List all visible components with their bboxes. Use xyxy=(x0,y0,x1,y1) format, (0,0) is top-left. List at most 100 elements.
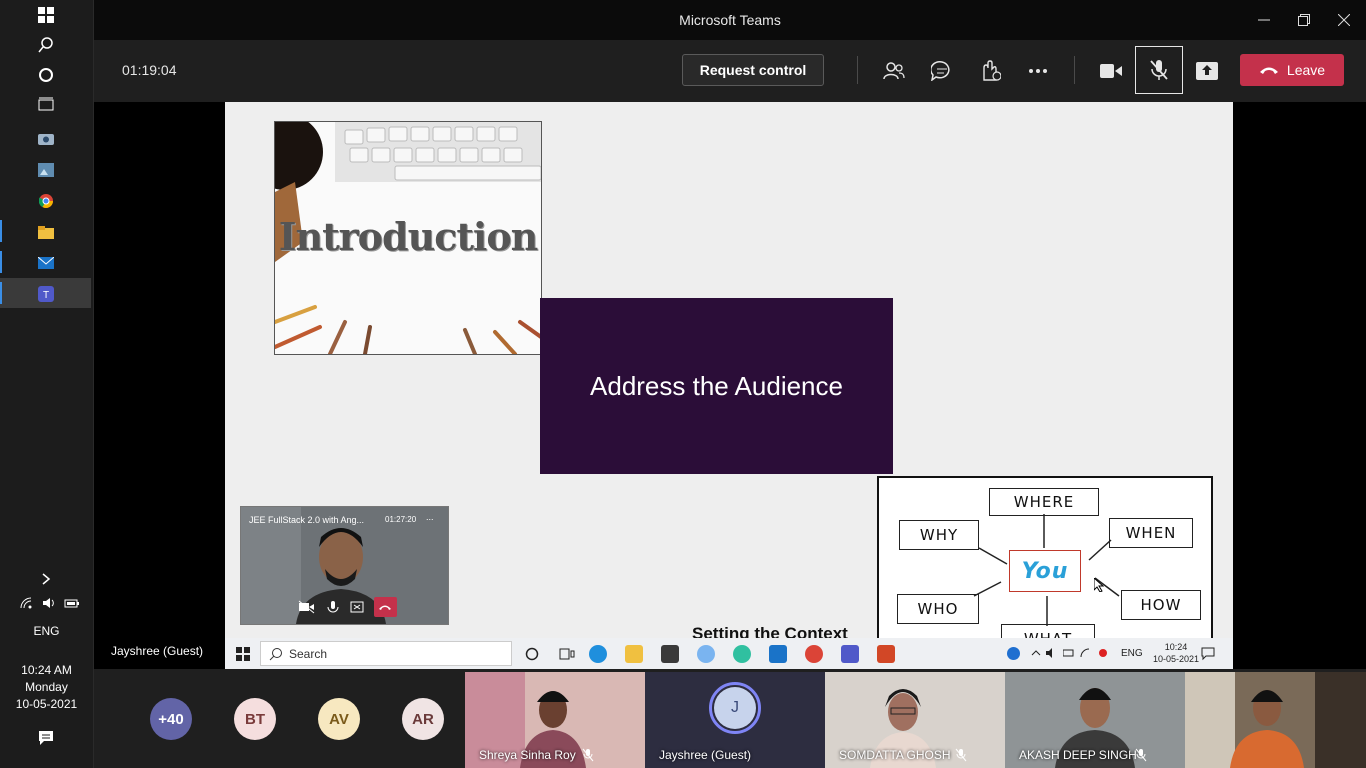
inner-powerpoint-icon xyxy=(877,645,895,663)
more-options-icon[interactable] xyxy=(1023,56,1053,86)
share-screen-icon[interactable] xyxy=(1192,56,1222,86)
section-label: Setting the Context xyxy=(692,624,848,638)
language-indicator[interactable]: ENG xyxy=(0,624,93,638)
inner-file-explorer-icon xyxy=(625,645,643,663)
windows-taskbar: T ENG 10:24 AM Monday 10-05-2021 xyxy=(0,0,94,768)
participant-name: Shreya Sinha Roy xyxy=(479,748,576,762)
inner-edge-icon xyxy=(589,645,607,663)
inner-windows-start-icon xyxy=(236,647,250,661)
participant-video-tile[interactable]: AKASH DEEP SINGH xyxy=(1005,672,1185,768)
shared-screen-stage: Introduction Address the Audience Settin… xyxy=(94,102,1366,669)
restore-icon[interactable] xyxy=(1292,8,1316,32)
photos-app-icon[interactable] xyxy=(31,158,61,182)
slide-title: Address the Audience xyxy=(590,370,843,401)
you-diagram: WHERE WHY WHEN You WHO HOW WHAT xyxy=(877,476,1213,638)
meeting-toolbar: 01:19:04 Request control Leave xyxy=(94,40,1366,102)
inner-help-icon xyxy=(1007,647,1020,660)
introduction-image-text: Introduction xyxy=(278,214,539,259)
inner-clock-time: 10:24 xyxy=(1164,642,1188,652)
muted-mic-icon xyxy=(582,748,594,762)
inner-volume-icon xyxy=(1046,648,1052,658)
title-bar: Microsoft Teams xyxy=(94,0,1366,40)
volume-icon[interactable] xyxy=(42,597,56,609)
inner-search-box: Search xyxy=(260,641,512,666)
pip-more-icon[interactable]: ... xyxy=(426,512,434,522)
system-clock[interactable]: 10:24 AM Monday 10-05-2021 xyxy=(0,662,93,713)
participants-icon[interactable] xyxy=(879,56,909,86)
inner-search-icon xyxy=(269,648,282,661)
inner-wifi-icon xyxy=(1080,648,1090,658)
participant-tile-self[interactable]: J Jayshree (Guest) xyxy=(645,672,825,768)
inner-battery-icon xyxy=(1063,649,1074,657)
speaking-ring: J xyxy=(709,682,761,734)
inner-record-icon xyxy=(1099,649,1107,657)
mute-microphone-button[interactable] xyxy=(1135,46,1183,94)
battery-icon[interactable] xyxy=(64,597,80,609)
chat-icon[interactable] xyxy=(927,56,957,86)
leave-label: Leave xyxy=(1286,62,1326,78)
introduction-image: Introduction xyxy=(274,121,542,355)
pip-share-icon[interactable] xyxy=(348,599,368,615)
leave-button[interactable]: Leave xyxy=(1240,54,1344,86)
minimize-icon[interactable] xyxy=(1252,8,1276,32)
inner-tray-icons xyxy=(1031,648,1109,658)
pip-mic-icon[interactable] xyxy=(323,599,343,615)
participant-avatar[interactable]: AR xyxy=(402,698,444,740)
reactions-icon[interactable] xyxy=(975,56,1005,86)
divider xyxy=(857,56,858,84)
notifications-icon[interactable] xyxy=(31,726,61,750)
close-icon[interactable] xyxy=(1332,8,1356,32)
chrome-icon[interactable] xyxy=(31,189,61,213)
inner-chrome-icon xyxy=(805,645,823,663)
tray-icons xyxy=(20,594,80,612)
clock-day: Monday xyxy=(25,680,68,694)
participant-video-tile[interactable]: SOMDATTA GHOSH xyxy=(825,672,1005,768)
diagram-label-who: WHO xyxy=(897,594,979,624)
mail-icon[interactable] xyxy=(31,251,61,275)
slide-title-box: Address the Audience xyxy=(540,298,893,474)
inner-teams-icon xyxy=(841,645,859,663)
inner-store-icon xyxy=(661,645,679,663)
inner-infinity-app-icon xyxy=(733,645,751,663)
participant-avatar[interactable]: BT xyxy=(234,698,276,740)
pip-controls xyxy=(297,597,398,617)
participants-strip: +40 BT AV AR Shreya Sinha Roy J Jayshree… xyxy=(94,670,1366,768)
participant-avatar[interactable]: AV xyxy=(318,698,360,740)
pip-camera-off-icon[interactable] xyxy=(297,599,317,615)
wifi-icon[interactable] xyxy=(20,597,34,609)
clock-date: 10-05-2021 xyxy=(15,697,78,711)
diagram-label-what: WHAT xyxy=(1001,624,1095,638)
task-view-icon[interactable] xyxy=(31,93,61,117)
chevron-right-icon[interactable] xyxy=(31,567,61,591)
hang-up-icon xyxy=(379,605,392,610)
windows-start-icon[interactable] xyxy=(31,3,61,27)
participant-video-tile[interactable]: Shreya Sinha Roy xyxy=(465,672,645,768)
participant-video-tile[interactable] xyxy=(1185,672,1366,768)
diagram-label-why: WHY xyxy=(899,520,979,550)
inner-cortana-icon xyxy=(525,647,539,661)
presenter-video-pip[interactable]: JEE FullStack 2.0 with Ang... 01:27:20 .… xyxy=(240,506,449,625)
inner-search-placeholder: Search xyxy=(289,646,328,661)
cortana-icon[interactable] xyxy=(31,63,61,87)
inner-notifications-icon xyxy=(1201,647,1215,661)
request-control-button[interactable]: Request control xyxy=(682,54,824,86)
participant-name: AKASH DEEP SINGH xyxy=(1019,748,1137,762)
pip-hangup-button[interactable] xyxy=(373,597,398,617)
diagram-center-you: You xyxy=(1009,550,1081,592)
teams-icon[interactable]: T xyxy=(31,282,61,306)
file-explorer-icon[interactable] xyxy=(31,220,61,244)
overflow-participants-badge[interactable]: +40 xyxy=(150,698,192,740)
camera-app-icon[interactable] xyxy=(31,126,61,150)
inner-language-indicator: ENG xyxy=(1121,648,1143,659)
microphone-off-icon xyxy=(1150,60,1168,80)
muted-mic-icon xyxy=(1135,748,1147,762)
mouse-cursor-icon xyxy=(1094,578,1104,592)
search-icon[interactable] xyxy=(31,33,61,57)
camera-icon[interactable] xyxy=(1096,56,1126,86)
inner-mail-icon xyxy=(769,645,787,663)
meeting-timer: 01:19:04 xyxy=(122,62,177,78)
clock-time: 10:24 AM xyxy=(21,663,72,677)
muted-mic-icon xyxy=(955,748,967,762)
inner-clock-date: 10-05-2021 xyxy=(1153,654,1200,664)
participant-name: SOMDATTA GHOSH xyxy=(839,748,951,762)
